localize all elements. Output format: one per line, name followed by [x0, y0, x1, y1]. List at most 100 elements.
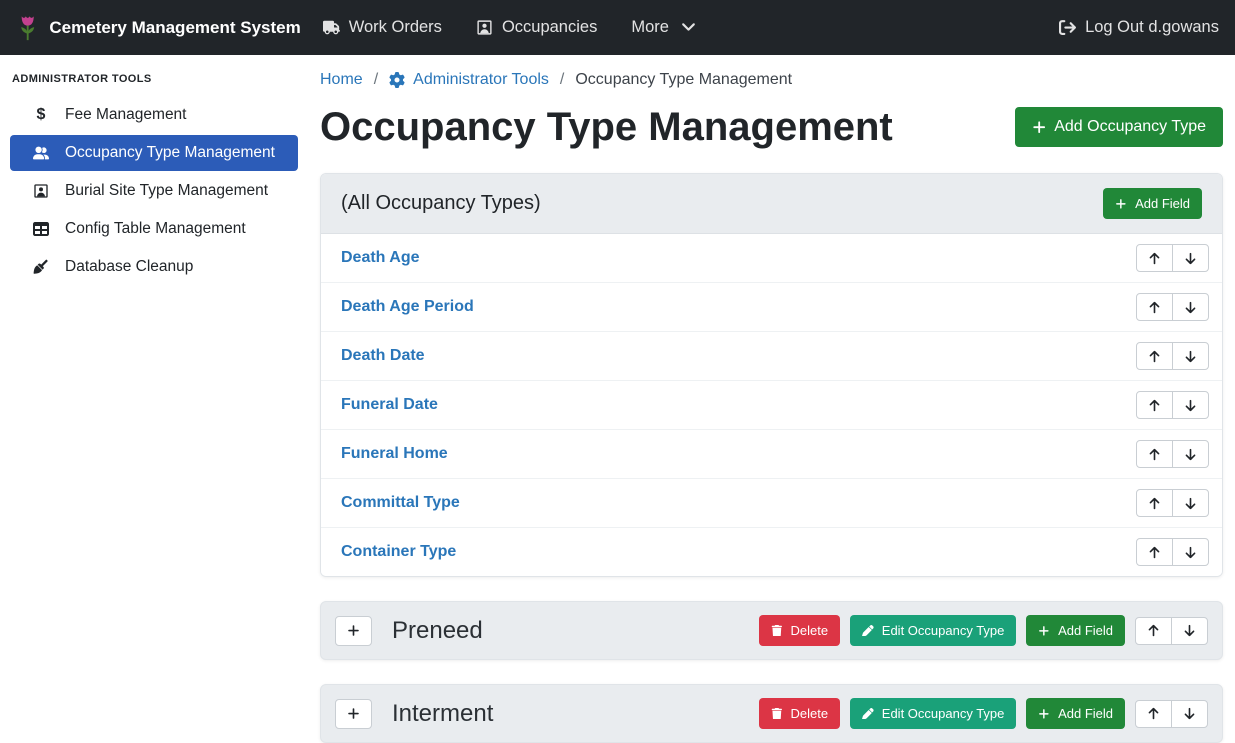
occupancy-type-section-interment: Interment Delete Edit Occupancy Type Add… — [320, 684, 1223, 743]
sidebar-item-label: Config Table Management — [65, 220, 246, 238]
move-down-button[interactable] — [1172, 489, 1209, 517]
plus-icon — [1032, 120, 1046, 134]
arrow-up-icon — [1148, 350, 1161, 363]
plus-icon — [1038, 625, 1050, 637]
logout-icon — [1059, 19, 1076, 36]
page-title: Occupancy Type Management — [320, 103, 893, 151]
nav-occupancies[interactable]: Occupancies — [476, 18, 597, 37]
move-up-button[interactable] — [1136, 391, 1173, 419]
trash-icon — [771, 708, 783, 720]
sidebar-item-label: Database Cleanup — [65, 258, 193, 276]
table-icon — [30, 221, 52, 237]
arrow-up-icon — [1148, 399, 1161, 412]
arrow-up-icon — [1148, 252, 1161, 265]
breadcrumb-admin-tools-label: Administrator Tools — [413, 71, 549, 89]
sidebar-item-fee-management[interactable]: $ Fee Management — [10, 97, 298, 133]
reorder-group — [1136, 244, 1209, 272]
arrow-down-icon — [1184, 497, 1197, 510]
arrow-down-icon — [1183, 624, 1196, 637]
reorder-group — [1136, 391, 1209, 419]
sidebar-item-burial-site-type-management[interactable]: Burial Site Type Management — [10, 173, 298, 209]
pencil-icon — [862, 625, 874, 637]
add-field-button[interactable]: Add Field — [1103, 188, 1202, 219]
add-occupancy-type-button[interactable]: Add Occupancy Type — [1015, 107, 1223, 147]
move-down-button[interactable] — [1172, 244, 1209, 272]
field-link[interactable]: Death Age Period — [334, 298, 474, 316]
field-row: Funeral Date — [321, 380, 1222, 429]
field-row: Funeral Home — [321, 429, 1222, 478]
sidebar-item-config-table-management[interactable]: Config Table Management — [10, 211, 298, 247]
logout-label: Log Out d.gowans — [1085, 18, 1219, 37]
nav-work-orders[interactable]: Work Orders — [323, 18, 442, 37]
edit-label: Edit Occupancy Type — [882, 623, 1005, 638]
expand-button[interactable] — [335, 699, 372, 729]
pencil-icon — [862, 708, 874, 720]
arrow-up-icon — [1148, 546, 1161, 559]
nav-occupancies-label: Occupancies — [502, 18, 597, 37]
card-title: (All Occupancy Types) — [341, 192, 541, 215]
gear-icon — [389, 72, 405, 88]
breadcrumb-separator: / — [560, 71, 564, 89]
move-down-button[interactable] — [1172, 440, 1209, 468]
field-row: Death Age Period — [321, 282, 1222, 331]
move-down-button[interactable] — [1171, 617, 1208, 645]
move-down-button[interactable] — [1172, 538, 1209, 566]
field-link[interactable]: Committal Type — [334, 494, 460, 512]
add-field-button[interactable]: Add Field — [1026, 698, 1125, 729]
move-up-button[interactable] — [1135, 700, 1172, 728]
main-content: Home / Administrator Tools / Occupancy T… — [308, 55, 1235, 738]
reorder-group — [1135, 617, 1208, 645]
field-link[interactable]: Funeral Date — [334, 396, 438, 414]
card-header: (All Occupancy Types) Add Field — [321, 174, 1222, 234]
field-link[interactable]: Container Type — [334, 543, 456, 561]
breadcrumb-administrator-tools[interactable]: Administrator Tools — [389, 71, 549, 89]
title-row: Occupancy Type Management Add Occupancy … — [320, 103, 1223, 151]
move-up-button[interactable] — [1136, 342, 1173, 370]
move-down-button[interactable] — [1172, 391, 1209, 419]
add-field-label: Add Field — [1058, 623, 1113, 638]
breadcrumb-separator: / — [374, 71, 378, 89]
move-up-button[interactable] — [1136, 489, 1173, 517]
person-frame-icon — [476, 19, 493, 36]
move-up-button[interactable] — [1136, 440, 1173, 468]
move-up-button[interactable] — [1136, 293, 1173, 321]
breadcrumb-home[interactable]: Home — [320, 71, 363, 89]
plus-icon — [347, 707, 360, 720]
arrow-up-icon — [1148, 497, 1161, 510]
sidebar-heading: ADMINISTRATOR TOOLS — [0, 67, 308, 97]
delete-button[interactable]: Delete — [759, 615, 840, 646]
occupancy-type-section-preneed: Preneed Delete Edit Occupancy Type Add F… — [320, 601, 1223, 660]
move-up-button[interactable] — [1135, 617, 1172, 645]
add-field-label: Add Field — [1135, 196, 1190, 211]
reorder-group — [1136, 538, 1209, 566]
top-navbar: Cemetery Management System Work Orders O… — [0, 0, 1235, 55]
sidebar-item-label: Occupancy Type Management — [65, 144, 275, 162]
nav-more[interactable]: More — [631, 18, 697, 37]
edit-occupancy-type-button[interactable]: Edit Occupancy Type — [850, 698, 1016, 729]
logout-link[interactable]: Log Out d.gowans — [1059, 18, 1219, 37]
sidebar-item-label: Fee Management — [65, 106, 187, 124]
move-up-button[interactable] — [1136, 538, 1173, 566]
sidebar-item-database-cleanup[interactable]: Database Cleanup — [10, 249, 298, 285]
field-link[interactable]: Death Date — [334, 347, 425, 365]
field-link[interactable]: Funeral Home — [334, 445, 448, 463]
move-down-button[interactable] — [1172, 342, 1209, 370]
truck-icon — [323, 19, 340, 36]
users-icon — [30, 145, 52, 161]
breadcrumb: Home / Administrator Tools / Occupancy T… — [320, 71, 1223, 89]
move-down-button[interactable] — [1172, 293, 1209, 321]
sidebar-item-occupancy-type-management[interactable]: Occupancy Type Management — [10, 135, 298, 171]
delete-button[interactable]: Delete — [759, 698, 840, 729]
move-down-button[interactable] — [1171, 700, 1208, 728]
reorder-group — [1136, 489, 1209, 517]
field-link[interactable]: Death Age — [334, 249, 420, 267]
brand[interactable]: Cemetery Management System — [16, 15, 301, 41]
section-actions: Delete Edit Occupancy Type Add Field — [759, 698, 1208, 729]
add-field-button[interactable]: Add Field — [1026, 615, 1125, 646]
expand-button[interactable] — [335, 616, 372, 646]
add-field-label: Add Field — [1058, 706, 1113, 721]
arrow-down-icon — [1184, 301, 1197, 314]
move-up-button[interactable] — [1136, 244, 1173, 272]
arrow-down-icon — [1184, 399, 1197, 412]
edit-occupancy-type-button[interactable]: Edit Occupancy Type — [850, 615, 1016, 646]
